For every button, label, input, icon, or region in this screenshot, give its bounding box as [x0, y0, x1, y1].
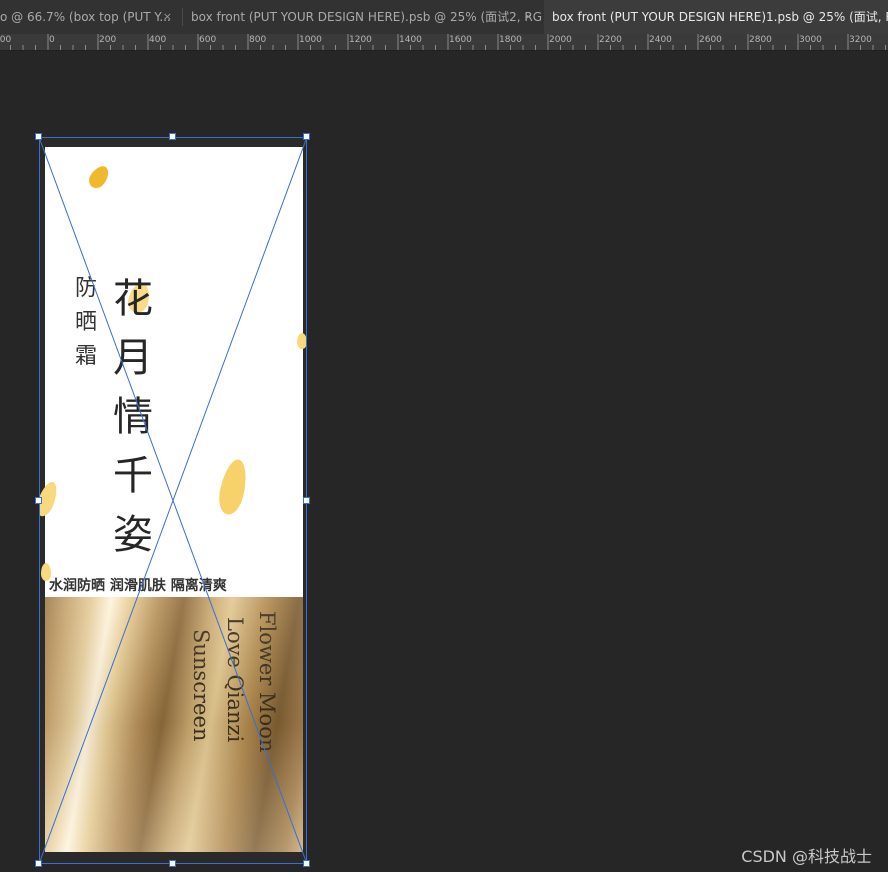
ruler-label: 2800 — [749, 35, 772, 45]
ruler-label: 1400 — [399, 35, 422, 45]
resize-handle-top-left[interactable] — [35, 133, 42, 140]
tab-box-top[interactable]: o @ 66.7% (box top (PUT Y... × — [0, 0, 182, 34]
resize-handle-bottom-left[interactable] — [35, 860, 42, 867]
ruler-label: 800 — [249, 35, 267, 45]
ruler-label: 3200 — [849, 35, 872, 45]
tab-label: box front (PUT YOUR DESIGN HERE)1.psb @ … — [552, 10, 888, 24]
ruler-label: 0 — [49, 35, 55, 45]
ruler-label: 600 — [199, 35, 217, 45]
tab-label: o @ 66.7% (box top (PUT Y... — [0, 10, 171, 24]
ruler-label: 1000 — [299, 35, 322, 45]
ruler-label: 1600 — [449, 35, 472, 45]
ruler-label: 2200 — [599, 35, 622, 45]
ruler-label: 200 — [0, 35, 12, 45]
resize-handle-right[interactable] — [303, 497, 310, 504]
ruler-label: 2600 — [699, 35, 722, 45]
document-tab-bar: o @ 66.7% (box top (PUT Y... × box front… — [0, 0, 888, 34]
ruler-label: 400 — [149, 35, 167, 45]
close-icon[interactable]: × — [524, 0, 533, 34]
tab-box-front[interactable]: box front (PUT YOUR DESIGN HERE).psb @ 2… — [183, 0, 543, 34]
resize-handle-bottom[interactable] — [169, 860, 176, 867]
transform-bounding-box[interactable] — [35, 133, 310, 867]
watermark-text: CSDN @科技战士 — [741, 847, 872, 866]
ruler-label: 200 — [99, 35, 117, 45]
resize-handle-bottom-right[interactable] — [303, 860, 310, 867]
resize-handle-top[interactable] — [169, 133, 176, 140]
ruler-label: 1800 — [499, 35, 522, 45]
bounding-box-lines — [39, 137, 307, 864]
resize-handle-left[interactable] — [35, 497, 42, 504]
ruler-label: 2400 — [649, 35, 672, 45]
ruler-label: 2000 — [549, 35, 572, 45]
ruler-label: 1200 — [349, 35, 372, 45]
tab-box-front-1[interactable]: box front (PUT YOUR DESIGN HERE)1.psb @ … — [544, 0, 888, 34]
horizontal-ruler[interactable]: 200 0 200 400 600 800 1000 1200 1400 160… — [0, 34, 888, 51]
close-icon[interactable]: × — [163, 0, 172, 34]
ruler-label: 3000 — [799, 35, 822, 45]
tab-label: box front (PUT YOUR DESIGN HERE).psb @ 2… — [191, 10, 543, 24]
resize-handle-top-right[interactable] — [303, 133, 310, 140]
